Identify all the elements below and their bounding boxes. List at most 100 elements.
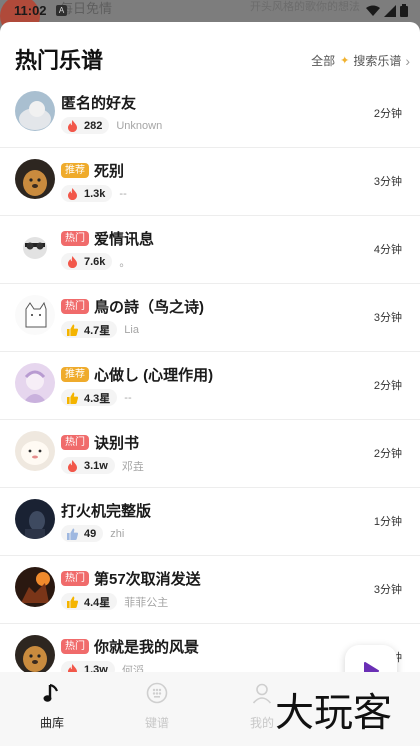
song-title: 匿名的好友 [61,95,137,112]
chevron-right-icon[interactable]: › [405,54,410,68]
song-duration: 3分钟 [373,584,402,596]
popularity-value: 4.3星 [84,392,111,405]
song-author: 邓垚 [121,460,144,473]
thumbs-up-icon [67,324,78,336]
song-author: 。 [119,256,131,269]
song-cover-image [15,227,55,267]
song-title: 第57次取消发送 [94,571,201,588]
song-duration: 2分钟 [373,108,402,120]
song-row[interactable]: 匿名的好友 282 Unknown 2分钟 [0,80,420,148]
song-duration: 3分钟 [373,312,402,324]
flame-icon [68,663,77,672]
header-actions: 全部 ✦ 搜索乐谱 › [311,52,410,69]
song-author: 何滔 [121,664,144,673]
song-author: zhi [110,527,125,540]
popularity-value: 3.1w [84,459,108,472]
song-title-line: 热门 爱情讯息 [61,228,154,249]
song-row[interactable]: 推荐 死别 1.3k -- 3分钟 [0,148,420,216]
hot-badge: 热门 [61,231,89,246]
popularity-value: 49 [84,527,97,540]
song-duration: 3分钟 [373,176,402,188]
song-meta: 4.7星 Lia [61,321,139,338]
song-title-line: 热门 第57次取消发送 [61,568,201,589]
status-icons [366,4,408,17]
song-title-line: 热门 鳥の詩（鸟之诗) [61,296,204,317]
song-meta: 4.4星 菲菲公主 [61,593,168,610]
song-duration: 1分钟 [373,516,402,528]
thumbs-up-icon [67,392,78,404]
popularity-pill: 4.4星 [61,593,118,610]
song-row[interactable]: 推荐 心做し (心理作用) 4.3星 -- 2分钟 [0,352,420,420]
song-duration: 4分钟 [373,244,402,256]
song-author: -- [124,391,132,404]
song-meta: 49 zhi [61,525,124,542]
song-row[interactable]: 热门 鳥の詩（鸟之诗) 4.7星 Lia 3分钟 [0,284,420,352]
song-title-line: 推荐 心做し (心理作用) [61,364,213,385]
thumbs-up-icon [67,596,78,608]
song-cover-image [15,159,55,199]
song-meta: 1.3w 何滔 [61,661,144,672]
popularity-pill: 1.3w [61,661,115,672]
flame-icon [68,255,77,268]
song-cover-image [15,499,55,539]
popularity-value: 7.6k [84,255,106,268]
watermark: 大玩客 [275,692,393,735]
song-title-line: 热门 诀别书 [61,432,139,453]
song-meta: 4.3星 -- [61,389,132,406]
song-list: 匿名的好友 282 Unknown 2分钟 推荐 死别 1.3k -- 3分钟 热门 爱情讯息 7.6… [0,80,420,672]
popularity-pill: 282 [61,117,110,134]
song-title-line: 热门 你就是我的风景 [61,636,199,657]
song-cover-image [15,91,55,131]
flame-icon [68,119,77,132]
recommend-badge: 推荐 [61,163,89,178]
song-row[interactable]: 热门 第57次取消发送 4.4星 菲菲公主 3分钟 [0,556,420,624]
song-meta: 7.6k 。 [61,253,130,270]
status-bar: 11:02 A [0,0,420,22]
popularity-pill: 7.6k [61,253,113,270]
thumbs-up-icon [67,528,78,540]
popularity-value: 4.4星 [84,596,111,609]
song-meta: 3.1w 邓垚 [61,457,144,474]
wifi-icon [366,5,380,16]
score-sheet: 热门乐谱 全部 ✦ 搜索乐谱 › 匿名的好友 282 Unknown 2分钟 推荐 死别 1… [0,22,420,672]
song-cover-image [15,295,55,335]
song-row[interactable]: 热门 诀别书 3.1w 邓垚 2分钟 [0,420,420,488]
all-button[interactable]: 全部 [311,52,335,69]
song-row[interactable]: 热门 爱情讯息 7.6k 。 4分钟 [0,216,420,284]
hot-badge: 热门 [61,571,89,586]
song-cover-image [15,363,55,403]
popularity-pill: 49 [61,525,104,542]
song-title: 死别 [94,163,125,180]
song-row[interactable]: 打火机完整版 49 zhi 1分钟 [0,488,420,556]
music-note-icon [43,683,59,702]
song-cover-image [15,635,55,672]
search-scores-button[interactable]: 搜索乐谱 [353,52,401,69]
battery-icon [400,4,408,17]
notification-badge: A [56,5,67,16]
page-title: 热门乐谱 [15,48,104,73]
song-cover-image [15,567,55,607]
song-author: Unknown [116,119,163,132]
sparkle-icon: ✦ [340,55,350,67]
song-meta: 1.3k -- [61,185,127,202]
song-author: Lia [124,323,139,336]
song-title: 打火机完整版 [61,503,152,520]
popularity-value: 1.3w [84,663,108,673]
song-meta: 282 Unknown [61,117,162,134]
song-title: 爱情讯息 [94,231,155,248]
song-title: 心做し (心理作用) [94,367,214,384]
nav-tab-library[interactable]: 曲库 [12,682,92,731]
nav-label: 曲库 [39,716,64,730]
user-icon [252,683,272,704]
song-title: 你就是我的风景 [94,639,200,656]
song-duration: 2分钟 [373,380,402,392]
nav-tab-keyboard-score[interactable]: 键谱 [117,682,197,731]
popularity-pill: 1.3k [61,185,113,202]
song-title-line: 匿名的好友 [61,92,136,113]
hot-badge: 热门 [61,435,89,450]
signal-icon [384,4,396,17]
popularity-value: 4.7星 [84,324,111,337]
keypad-icon [146,682,168,704]
hot-badge: 热门 [61,299,89,314]
popularity-value: 282 [84,119,103,132]
